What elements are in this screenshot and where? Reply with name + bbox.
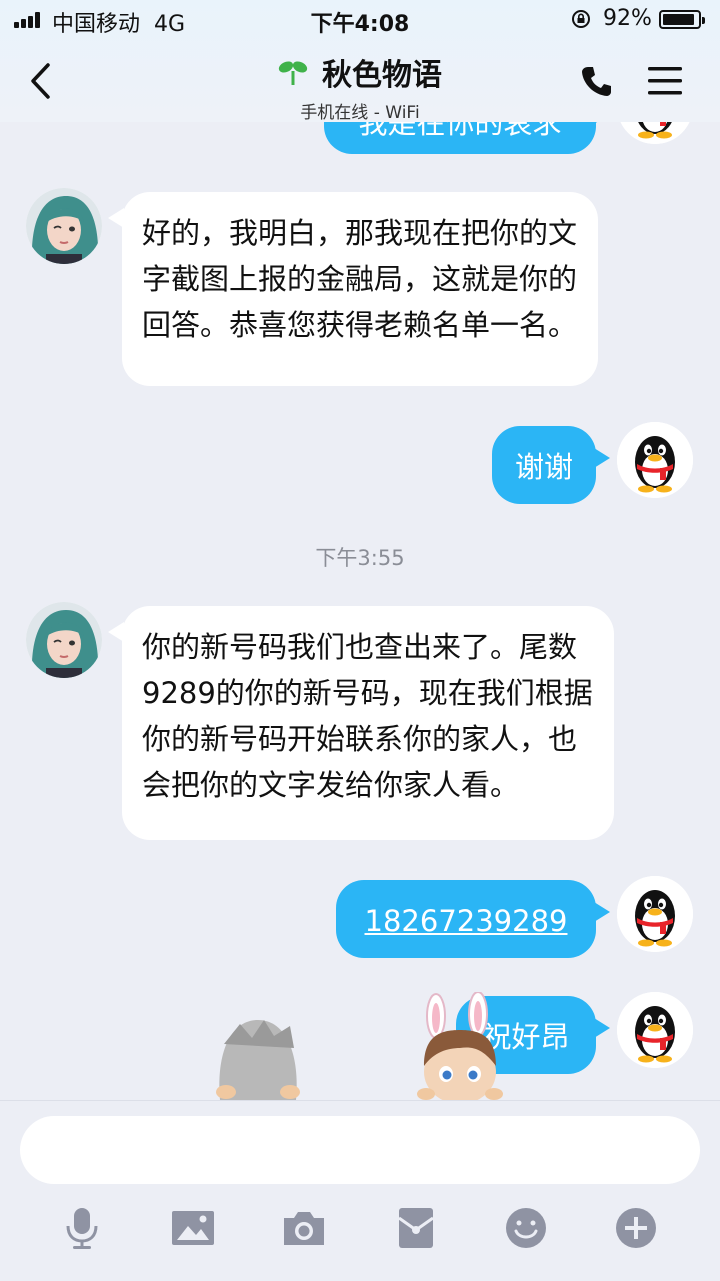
emoji-icon[interactable] [504,1206,548,1250]
input-bar [0,1100,720,1281]
message-bubble-sent[interactable]: 谢谢 [492,426,610,504]
online-status: 手机在线 - WiFi [300,103,420,123]
my-avatar[interactable] [617,122,693,144]
message-bubble-received[interactable]: 好的，我明白，那我现在把你的文字截图上报的金融局，这就是你的回答。恭喜您获得老赖… [108,192,598,386]
message-bubble-sent[interactable]: 我是在你的哀求 [324,122,610,154]
red-packet-icon[interactable] [394,1206,438,1250]
top-bar: 中国移动 4G 下午4:08 92% 秋色物语 手机在线 - WiFi [0,0,720,123]
message-input[interactable] [20,1116,700,1184]
message-bubble-received[interactable]: 你的新号码我们也查出来了。尾数9289的你的新号码，现在我们根据你的新号码开始联… [108,606,614,840]
my-avatar[interactable] [617,876,693,952]
phone-icon[interactable] [580,64,614,98]
chat-header: 秋色物语 手机在线 - WiFi [0,40,720,123]
image-icon[interactable] [171,1206,215,1250]
orientation-lock-icon [572,10,590,28]
microphone-icon[interactable] [60,1206,104,1250]
battery-percent: 92% [603,6,652,31]
contact-avatar[interactable] [26,602,102,678]
phone-number-link[interactable]: 18267239289 [365,904,568,938]
message-bubble-sent[interactable]: 18267239289 [336,880,610,958]
menu-icon[interactable] [648,66,682,96]
chat-area[interactable]: 我是在你的哀求 好的，我明白，那我现在把你的文字截图上报的金融局，这就是你的回答… [0,122,720,1100]
message-timestamp: 下午3:55 [315,546,405,570]
sprout-icon [278,61,308,85]
camera-icon[interactable] [282,1206,326,1250]
battery-icon [659,10,705,29]
my-avatar[interactable] [617,422,693,498]
gray-mascot-icon [216,1020,300,1100]
bunny-mascot-icon [417,992,503,1100]
contact-avatar[interactable] [26,188,102,264]
chat-title: 秋色物语 [322,58,442,93]
plus-icon[interactable] [614,1206,658,1250]
my-avatar[interactable] [617,992,693,1068]
status-bar: 中国移动 4G 下午4:08 92% [0,0,720,40]
